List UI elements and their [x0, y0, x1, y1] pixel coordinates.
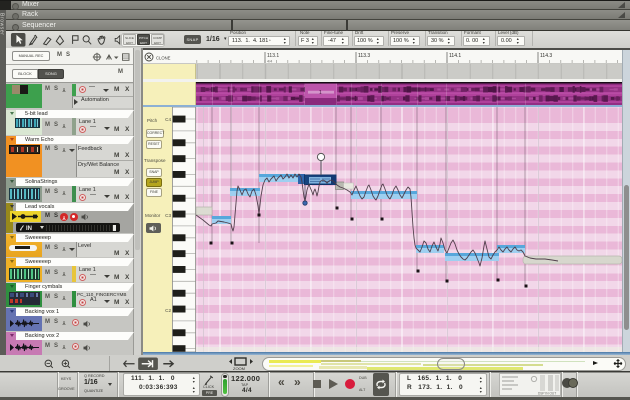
- svg-text:1: 1: [319, 90, 322, 96]
- svg-text:IN: IN: [26, 226, 32, 231]
- svg-text:ZOOM: ZOOM: [233, 366, 245, 371]
- svg-text:114.3: 114.3: [540, 53, 552, 59]
- svg-text:DSP IN OUT: DSP IN OUT: [538, 392, 556, 396]
- svg-text:4/4: 4/4: [267, 60, 272, 64]
- svg-text:113.1: 113.1: [267, 53, 279, 59]
- svg-text:114.1: 114.1: [449, 53, 461, 59]
- svg-text:113.3: 113.3: [358, 53, 370, 59]
